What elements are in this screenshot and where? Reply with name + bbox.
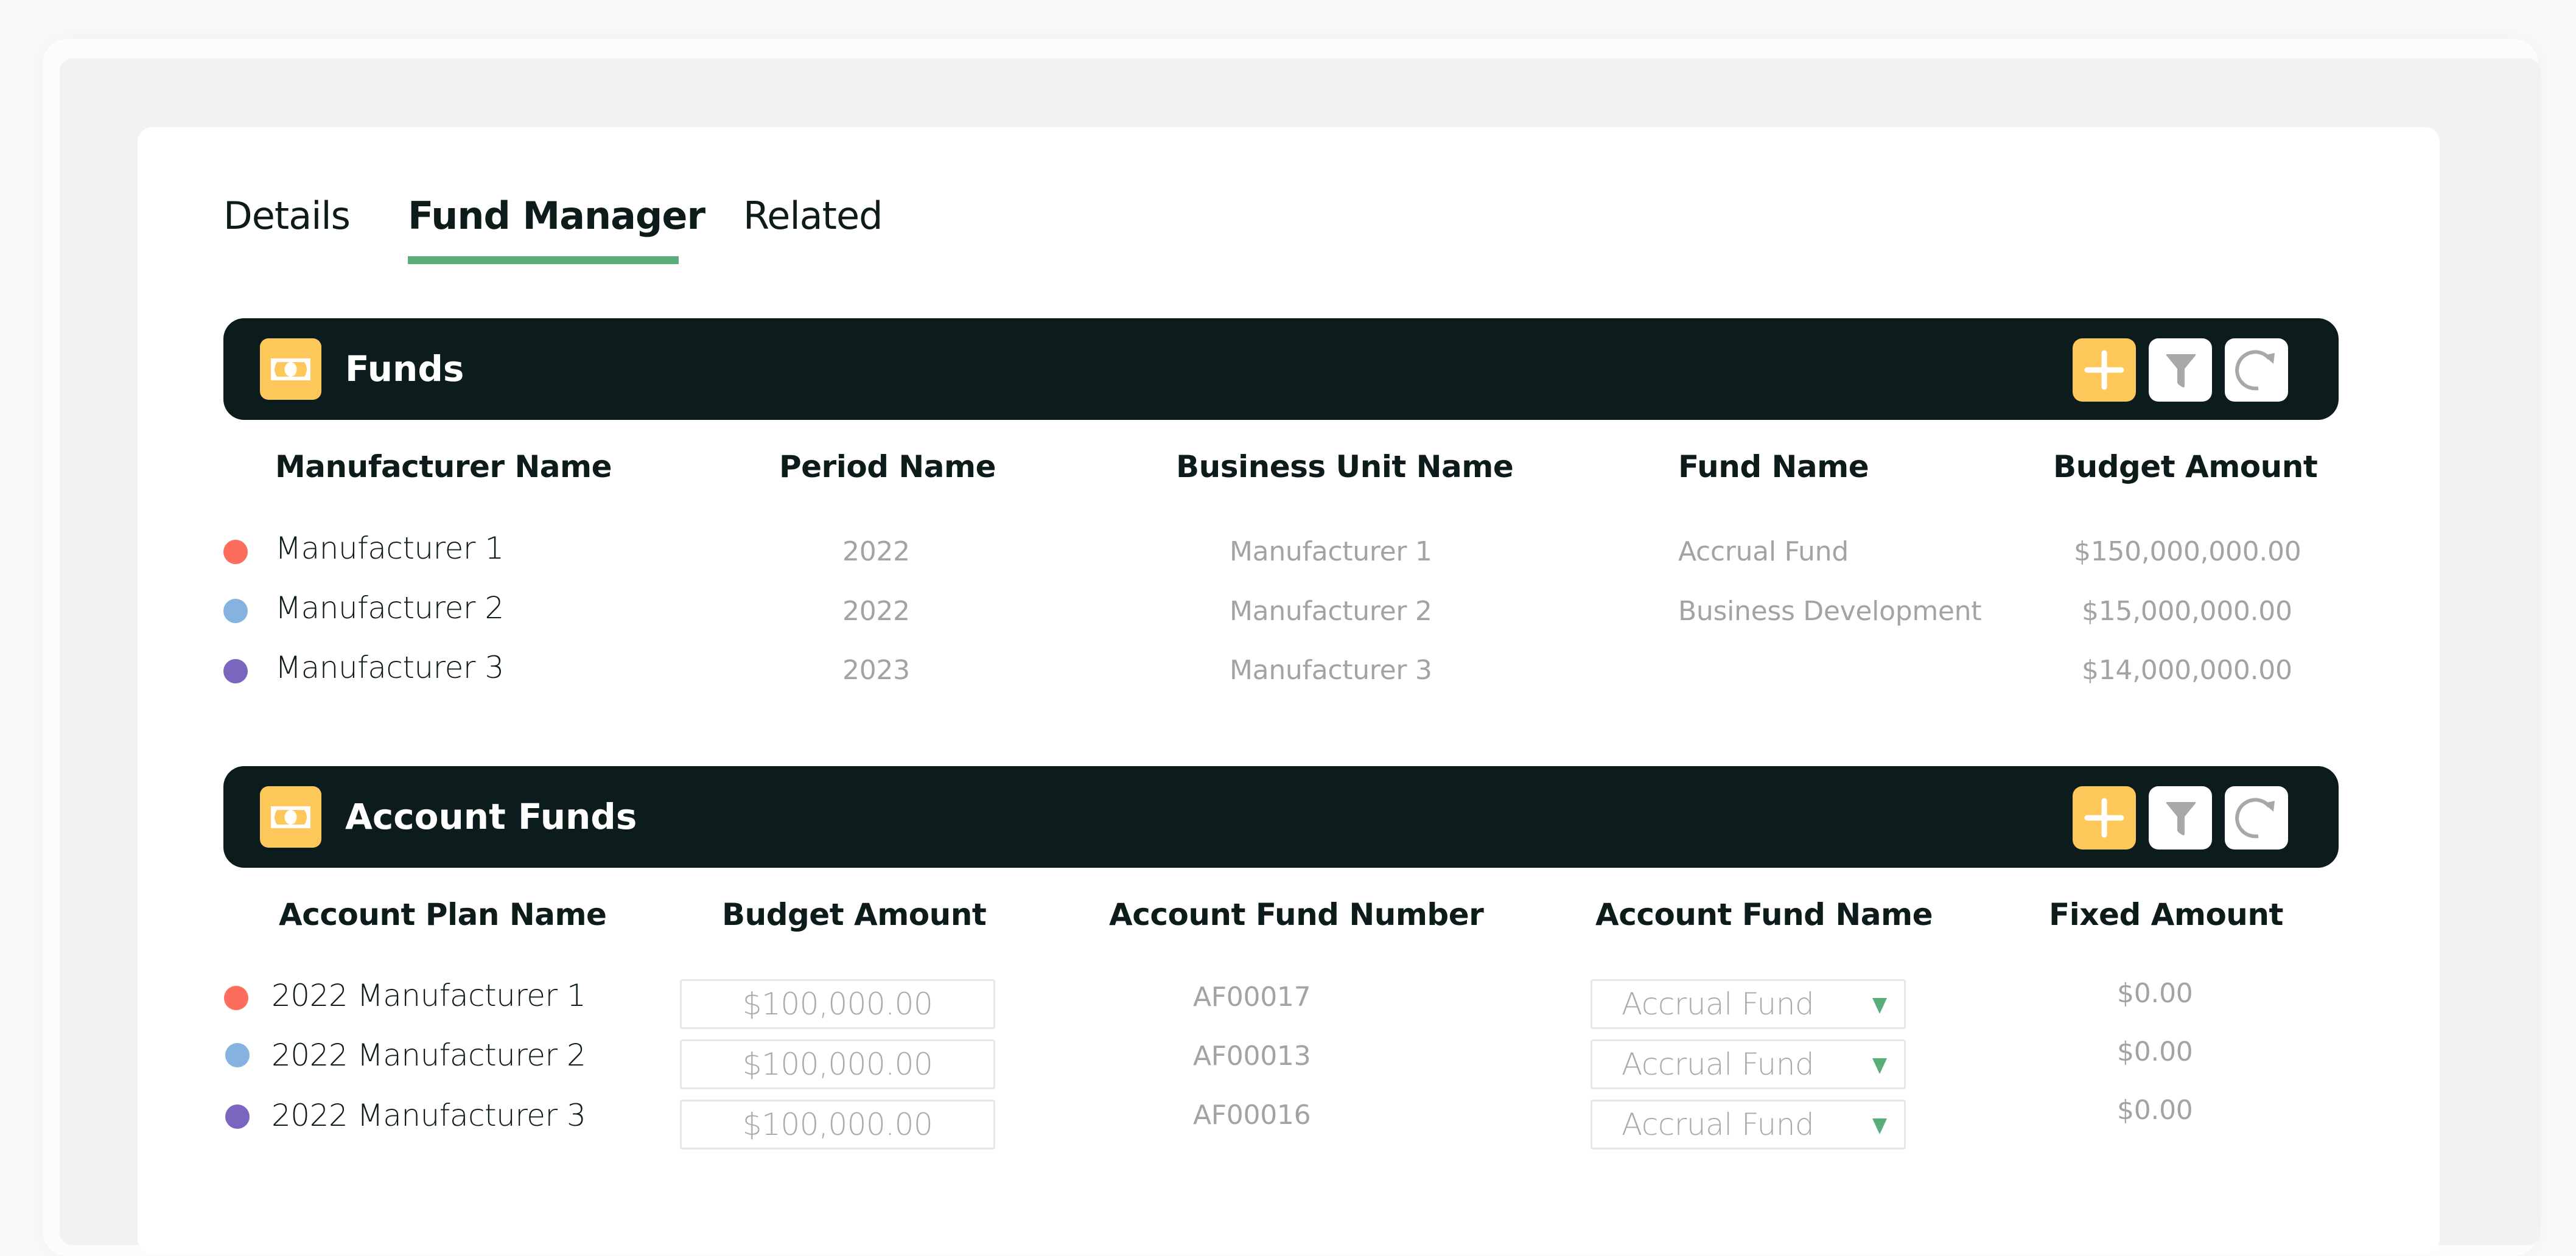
budget-amount-cell: $150,000,000.00 [2074, 536, 2301, 567]
funds-title: Funds [345, 348, 464, 389]
select-value: Accrual Fund [1622, 986, 1815, 1022]
fund-name-cell: Business Development [1678, 596, 1982, 627]
budget-amount-input[interactable]: $100,000.00 [680, 1100, 995, 1150]
budget-amount-cell: $15,000,000.00 [2082, 596, 2292, 627]
account-plan-name-cell[interactable]: 2022 Manufacturer 2 [271, 1038, 586, 1073]
period-name-cell: 2023 [842, 655, 910, 686]
plus-icon [2084, 350, 2124, 390]
status-dot-red [223, 540, 248, 564]
status-dot-red [224, 986, 248, 1010]
column-header-period-name[interactable]: Period Name [779, 449, 996, 484]
money-bill-icon [260, 338, 321, 400]
business-unit-cell: Manufacturer 3 [1230, 655, 1432, 686]
plus-icon [2084, 798, 2124, 838]
account-fund-number-cell: AF00016 [1193, 1100, 1311, 1131]
account-fund-name-select[interactable]: Accrual Fund [1591, 1039, 1906, 1089]
column-header-business-unit-name[interactable]: Business Unit Name [1176, 449, 1514, 484]
business-unit-cell: Manufacturer 1 [1230, 536, 1432, 567]
select-value: Accrual Fund [1622, 1047, 1815, 1082]
account-funds-add-button[interactable] [2073, 786, 2136, 850]
budget-amount-input[interactable]: $100,000.00 [680, 979, 995, 1029]
account-funds-header-bar: Account Funds [223, 766, 2339, 868]
funds-header-bar: Funds [223, 318, 2339, 420]
status-dot-purple [223, 659, 248, 683]
money-bill-icon [260, 786, 321, 848]
manufacturer-name-cell[interactable]: Manufacturer 1 [275, 531, 504, 566]
content-card [138, 127, 2440, 1253]
business-unit-cell: Manufacturer 2 [1230, 596, 1432, 627]
column-header-budget-amount[interactable]: Budget Amount [2053, 449, 2318, 484]
column-header-fixed-amount[interactable]: Fixed Amount [2049, 897, 2283, 932]
column-header-manufacturer-name[interactable]: Manufacturer Name [275, 449, 612, 484]
active-tab-indicator [408, 256, 679, 264]
funds-add-button[interactable] [2073, 338, 2136, 402]
account-fund-number-cell: AF00017 [1193, 982, 1311, 1013]
refresh-icon [2235, 350, 2275, 391]
budget-amount-cell: $14,000,000.00 [2082, 655, 2292, 686]
fixed-amount-cell: $0.00 [2117, 1036, 2193, 1067]
budget-amount-input[interactable]: $100,000.00 [680, 1039, 995, 1089]
manufacturer-name-cell[interactable]: Manufacturer 3 [275, 650, 504, 685]
fund-name-cell: Accrual Fund [1678, 536, 1849, 567]
fixed-amount-cell: $0.00 [2117, 978, 2193, 1009]
column-header-account-fund-number[interactable]: Account Fund Number [1109, 897, 1484, 932]
funds-refresh-button[interactable] [2225, 338, 2288, 402]
fixed-amount-cell: $0.00 [2117, 1095, 2193, 1126]
caret-down-icon [1872, 998, 1887, 1014]
period-name-cell: 2022 [842, 596, 910, 627]
filter-icon [2166, 354, 2196, 388]
account-funds-title: Account Funds [345, 796, 637, 837]
account-fund-name-select[interactable]: Accrual Fund [1591, 979, 1906, 1029]
account-funds-refresh-button[interactable] [2225, 786, 2288, 850]
refresh-icon [2235, 798, 2275, 839]
select-value: Accrual Fund [1622, 1107, 1815, 1142]
column-header-fund-name[interactable]: Fund Name [1678, 449, 1869, 484]
status-dot-blue [223, 599, 248, 623]
column-header-account-fund-name[interactable]: Account Fund Name [1595, 897, 1933, 932]
account-fund-number-cell: AF00013 [1193, 1041, 1311, 1072]
period-name-cell: 2022 [842, 536, 910, 567]
caret-down-icon [1872, 1058, 1887, 1074]
filter-icon [2166, 802, 2196, 836]
account-fund-name-select[interactable]: Accrual Fund [1591, 1100, 1906, 1150]
tab-related[interactable]: Related [743, 183, 883, 249]
status-dot-blue [225, 1043, 250, 1067]
status-dot-purple [225, 1104, 250, 1129]
manufacturer-name-cell[interactable]: Manufacturer 2 [275, 590, 504, 626]
caret-down-icon [1872, 1118, 1887, 1134]
tab-fund-manager[interactable]: Fund Manager [408, 183, 705, 249]
account-funds-filter-button[interactable] [2149, 786, 2212, 850]
account-plan-name-cell[interactable]: 2022 Manufacturer 1 [271, 978, 586, 1013]
tab-details[interactable]: Details [223, 183, 351, 249]
column-header-account-plan-name[interactable]: Account Plan Name [279, 897, 607, 932]
column-header-budget-amount[interactable]: Budget Amount [722, 897, 987, 932]
account-plan-name-cell[interactable]: 2022 Manufacturer 3 [271, 1098, 586, 1133]
funds-filter-button[interactable] [2149, 338, 2212, 402]
